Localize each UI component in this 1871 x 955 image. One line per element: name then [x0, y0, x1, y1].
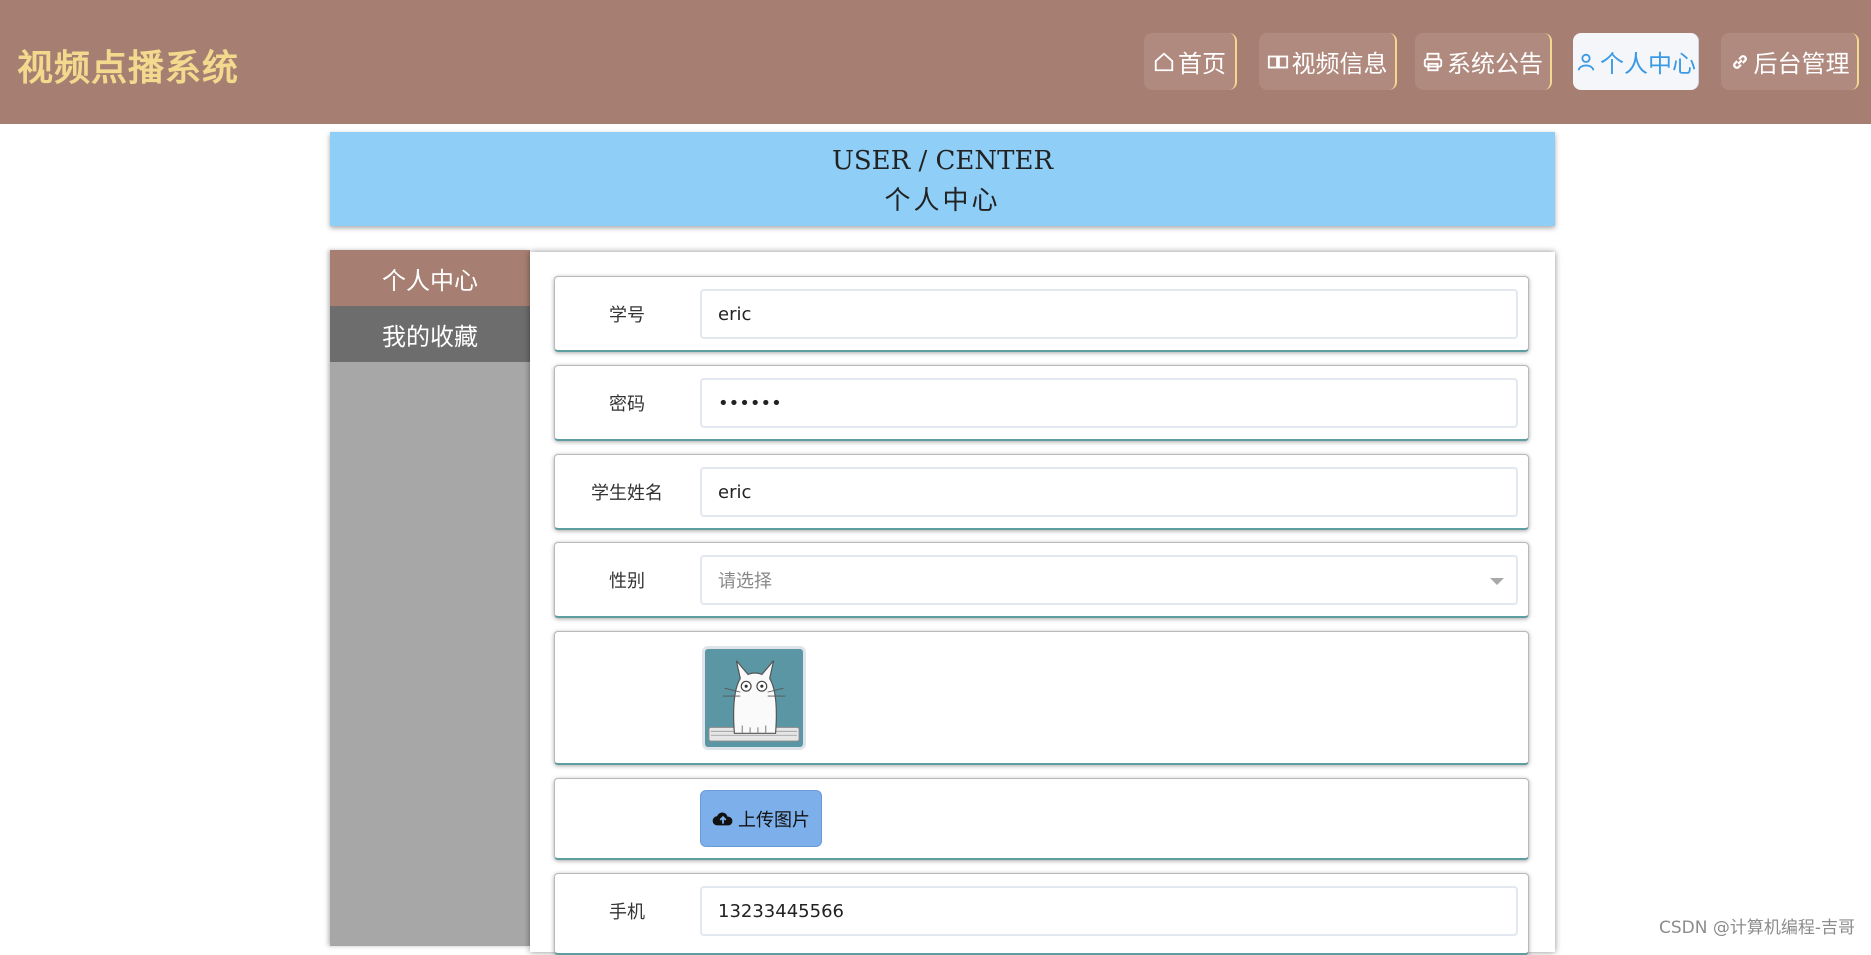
- nav-profile-label: 个人中心: [1600, 50, 1696, 78]
- gender-label: 性别: [609, 571, 645, 592]
- upload-row: 上传图片: [554, 778, 1529, 860]
- nav-home-button[interactable]: 首页: [1144, 33, 1237, 90]
- user-icon: [1577, 53, 1595, 71]
- password-value: ••••••: [718, 392, 782, 414]
- student-name-input[interactable]: eric: [700, 467, 1518, 517]
- phone-input[interactable]: 13233445566: [700, 886, 1518, 936]
- upload-image-label: 上传图片: [738, 809, 810, 831]
- password-row: 密码 ••••••: [554, 365, 1529, 441]
- student-id-value: eric: [718, 303, 752, 325]
- sidebar-item-label: 个人中心: [382, 266, 478, 295]
- nav-admin-button[interactable]: 后台管理: [1721, 33, 1859, 90]
- avatar: [702, 646, 806, 750]
- password-input[interactable]: ••••••: [700, 378, 1518, 428]
- page-title-chinese: 个人中心: [884, 186, 1001, 216]
- sidebar-item-label: 我的收藏: [382, 322, 478, 351]
- watermark: CSDN @计算机编程-吉哥: [1658, 918, 1855, 938]
- sidebar-item-favorites[interactable]: 我的收藏: [330, 306, 530, 362]
- phone-row: 手机 13233445566: [554, 873, 1529, 955]
- home-icon: [1154, 52, 1174, 71]
- phone-label: 手机: [609, 902, 645, 923]
- nav-videos-label: 视频信息: [1291, 50, 1388, 78]
- nav-profile-button[interactable]: 个人中心: [1573, 33, 1699, 90]
- student-id-input[interactable]: eric: [700, 289, 1518, 339]
- cat-avatar-image: [705, 649, 803, 747]
- student-name-value: eric: [718, 481, 752, 503]
- student-name-row: 学生姓名 eric: [554, 454, 1529, 530]
- nav-videos-button[interactable]: 视频信息: [1259, 33, 1397, 90]
- site-title: 视频点播系统: [17, 48, 240, 89]
- nav-home-label: 首页: [1178, 50, 1226, 78]
- page-title-english: USER / CENTER: [831, 146, 1054, 176]
- nav-admin-label: 后台管理: [1753, 50, 1850, 78]
- sidebar: 个人中心 我的收藏: [330, 250, 530, 946]
- gender-row: 性别 请选择: [554, 542, 1529, 618]
- printer-icon: [1423, 52, 1443, 71]
- upload-image-button[interactable]: 上传图片: [700, 790, 822, 847]
- password-label: 密码: [609, 394, 645, 415]
- video-icon: [1267, 55, 1288, 68]
- phone-value: 13233445566: [718, 900, 844, 922]
- top-navbar: 视频点播系统 首页 视频信息 系统公告 个人中心 后台管理: [0, 0, 1871, 124]
- page-title-banner: USER / CENTER 个人中心: [330, 132, 1555, 226]
- gender-select[interactable]: 请选择: [700, 555, 1518, 605]
- link-icon: [1732, 54, 1747, 69]
- avatar-row: [554, 631, 1529, 765]
- profile-form-panel: 学号 eric 密码 •••••• 学生姓名 eric 性别 请选择 上传图片 …: [530, 252, 1555, 955]
- nav-notices-label: 系统公告: [1447, 50, 1543, 78]
- sidebar-item-profile[interactable]: 个人中心: [330, 250, 530, 306]
- nav-notices-button[interactable]: 系统公告: [1415, 33, 1552, 90]
- student-name-label: 学生姓名: [591, 483, 663, 504]
- cloud-upload-icon: [712, 812, 733, 825]
- student-id-label: 学号: [609, 305, 645, 326]
- gender-placeholder: 请选择: [718, 571, 772, 592]
- chevron-down-icon: [1490, 578, 1504, 585]
- student-id-row: 学号 eric: [554, 276, 1529, 352]
